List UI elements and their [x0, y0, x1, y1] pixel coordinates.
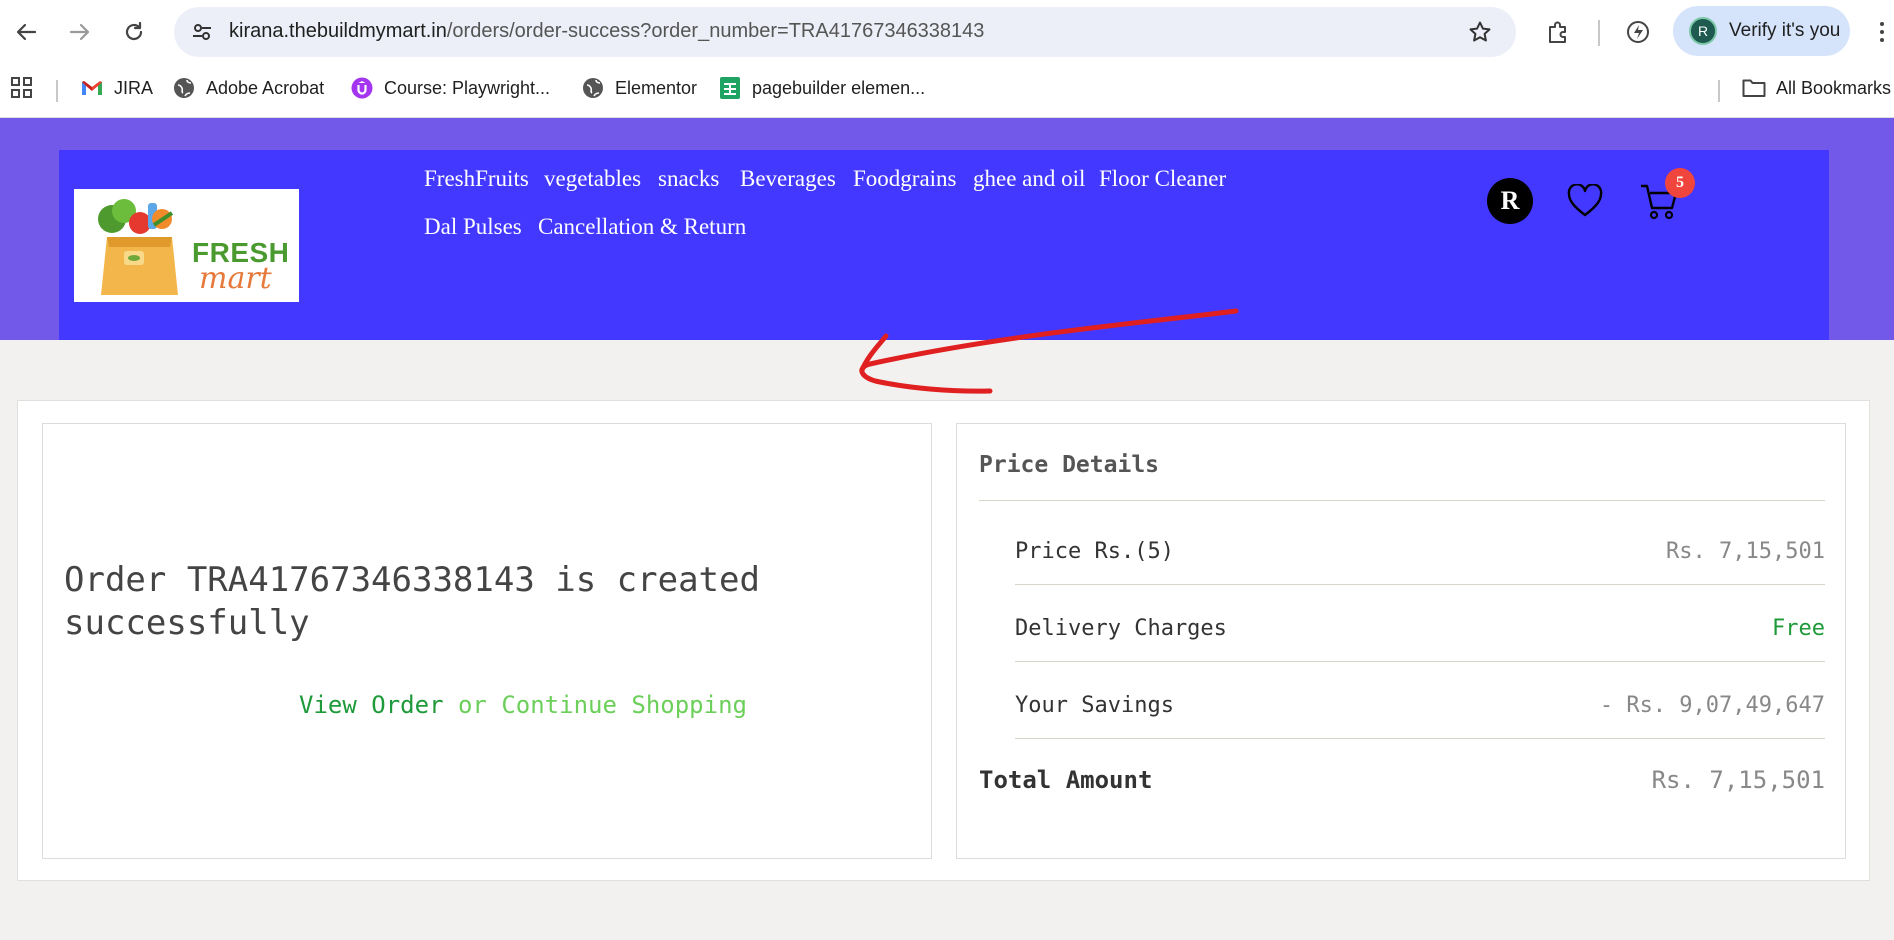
bookmark-label: Course: Playwright...	[384, 77, 551, 98]
header-inner: FRESH mart FreshFruits vegetables snacks…	[59, 150, 1829, 340]
reload-icon[interactable]	[116, 14, 152, 50]
bookmark-pagebuilder[interactable]: pagebuilder elemen...	[718, 75, 925, 101]
toolbar-divider	[1598, 20, 1600, 46]
bookmark-label: pagebuilder elemen...	[752, 77, 926, 98]
divider	[1015, 738, 1825, 739]
bookmarks-divider	[56, 80, 58, 102]
bookmark-jira[interactable]: JIRA	[80, 75, 153, 101]
savings-row-label: Your Savings	[1015, 693, 1174, 718]
url-path: /orders/order-success?order_number=TRA41…	[446, 20, 985, 42]
price-details-title: Price Details	[979, 452, 1160, 478]
savings-row-value: - Rs. 9,07,49,647	[1599, 693, 1825, 718]
savings-row: Your Savings - Rs. 9,07,49,647	[1015, 689, 1825, 725]
folder-icon	[1742, 76, 1766, 100]
bookmarks-divider	[1718, 80, 1720, 102]
url-host: kirana.thebuildmymart.in	[229, 20, 447, 42]
menu-item-cancellation-return[interactable]: Cancellation & Return	[538, 214, 746, 240]
menu-item-dal-pulses[interactable]: Dal Pulses	[424, 214, 522, 240]
divider	[1015, 584, 1825, 585]
apps-grid-icon[interactable]	[10, 75, 34, 101]
user-avatar[interactable]: R	[1487, 178, 1533, 224]
price-details-panel: Price Details Price Rs.(5) Rs. 7,15,501 …	[956, 423, 1846, 859]
browser-toolbar: kirana.thebuildmymart.in/orders/order-su…	[0, 0, 1894, 64]
menu-item-floor-cleaner[interactable]: Floor Cleaner	[1099, 166, 1226, 192]
address-bar[interactable]: kirana.thebuildmymart.in/orders/order-su…	[174, 7, 1516, 57]
delivery-row: Delivery Charges Free	[1015, 612, 1825, 648]
sheets-icon	[718, 76, 742, 100]
price-row-label: Price Rs.(5)	[1015, 539, 1174, 564]
total-row: Total Amount Rs. 7,15,501	[979, 762, 1825, 802]
globe-icon	[172, 76, 196, 100]
divider	[979, 500, 1825, 501]
globe-icon	[581, 76, 605, 100]
bookmark-course-playwright[interactable]: Course: Playwright...	[350, 75, 550, 101]
divider	[1015, 661, 1825, 662]
extensions-puzzle-icon[interactable]	[1542, 16, 1574, 48]
price-row: Price Rs.(5) Rs. 7,15,501	[1015, 535, 1825, 571]
bookmark-label: Adobe Acrobat	[206, 77, 325, 98]
site-settings-icon[interactable]	[188, 18, 216, 46]
bookmark-star-icon[interactable]	[1466, 18, 1494, 46]
performance-icon[interactable]	[1622, 16, 1654, 48]
all-bookmarks-button[interactable]: All Bookmarks	[1742, 75, 1891, 101]
cart-count-badge: 5	[1665, 168, 1695, 198]
bookmarks-bar: JIRA Adobe Acrobat Course: Playwright...…	[0, 66, 1894, 110]
udemy-icon	[350, 76, 374, 100]
site-logo[interactable]: FRESH mart	[74, 189, 299, 302]
url-text: kirana.thebuildmymart.in/orders/order-su…	[229, 20, 984, 43]
menu-item-beverages[interactable]: Beverages	[740, 166, 836, 192]
bookmark-adobe-acrobat[interactable]: Adobe Acrobat	[172, 75, 324, 101]
order-success-panel: Order TRA41767346338143 is created succe…	[42, 423, 932, 859]
total-label: Total Amount	[979, 766, 1153, 794]
continue-shopping-link[interactable]: or Continue Shopping	[458, 691, 747, 719]
bookmark-label: Elementor	[615, 77, 698, 98]
order-success-message: Order TRA41767346338143 is created succe…	[64, 560, 760, 643]
menu-item-foodgrains[interactable]: Foodgrains	[853, 166, 957, 192]
verify-identity-button[interactable]: R Verify it's you	[1673, 6, 1850, 56]
bookmark-elementor[interactable]: Elementor	[581, 75, 697, 101]
site-header: FRESH mart FreshFruits vegetables snacks…	[0, 118, 1894, 340]
menu-item-vegetables[interactable]: vegetables	[544, 166, 641, 192]
logo-text-mart: mart	[199, 261, 272, 296]
gmail-icon	[80, 76, 104, 100]
forward-arrow-icon[interactable]	[62, 14, 98, 50]
total-value: Rs. 7,15,501	[1651, 766, 1825, 794]
menu-item-freshfruits[interactable]: FreshFruits	[424, 166, 529, 192]
profile-avatar: R	[1689, 17, 1717, 45]
view-order-link[interactable]: View Order	[299, 691, 444, 719]
bookmark-label: JIRA	[114, 77, 154, 98]
browser-chrome: kirana.thebuildmymart.in/orders/order-su…	[0, 0, 1894, 118]
menu-item-snacks[interactable]: snacks	[658, 166, 719, 192]
browser-menu-icon[interactable]	[1870, 16, 1894, 48]
price-row-value: Rs. 7,15,501	[1666, 539, 1825, 564]
delivery-row-label: Delivery Charges	[1015, 616, 1227, 641]
wishlist-heart-icon[interactable]	[1567, 184, 1603, 218]
delivery-row-value: Free	[1772, 616, 1825, 641]
back-arrow-icon[interactable]	[8, 14, 44, 50]
verify-label: Verify it's you	[1729, 20, 1841, 41]
menu-item-ghee-and-oil[interactable]: ghee and oil	[973, 166, 1085, 192]
order-links: View Order or Continue Shopping	[43, 691, 933, 719]
all-bookmarks-label: All Bookmarks	[1776, 77, 1892, 98]
